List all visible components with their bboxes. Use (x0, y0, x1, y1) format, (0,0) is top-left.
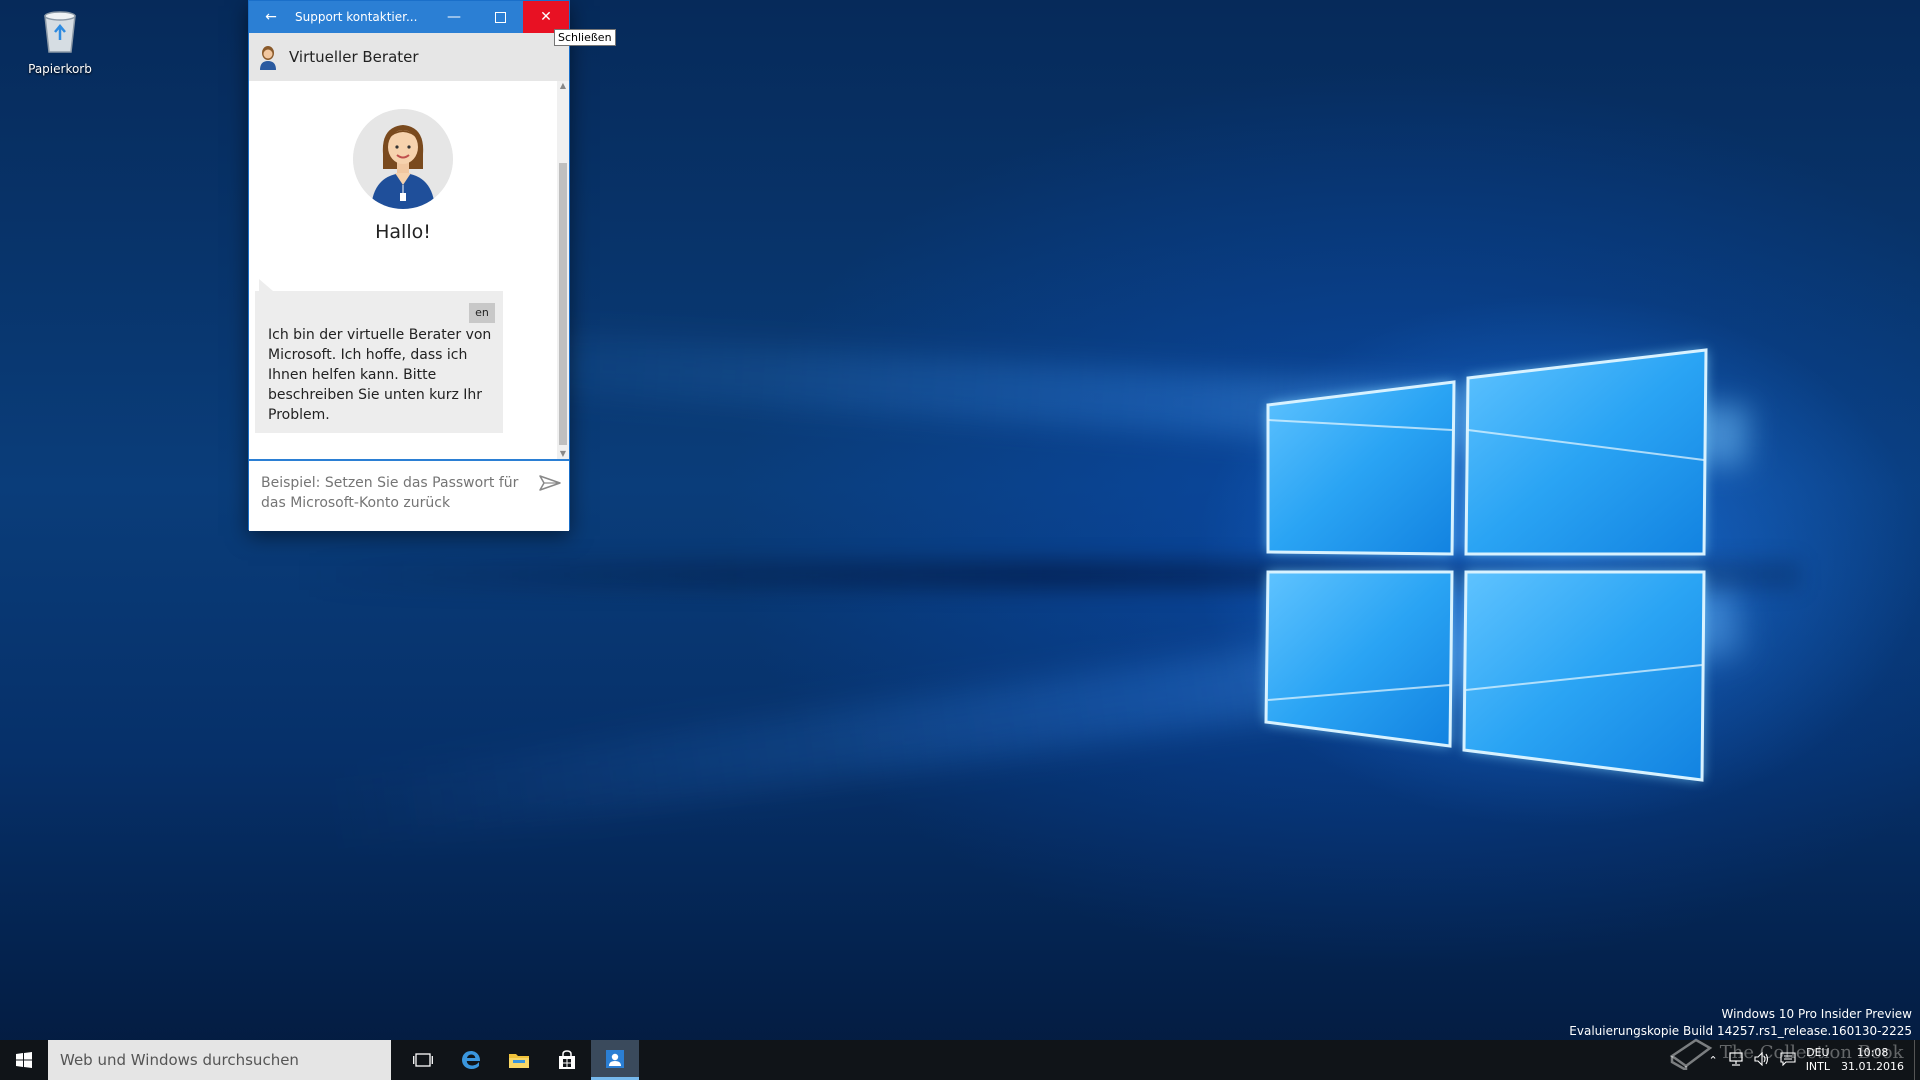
agent-avatar-large (353, 109, 453, 209)
scroll-up-icon[interactable]: ▲ (557, 81, 569, 91)
search-placeholder: Web und Windows durchsuchen (60, 1051, 299, 1069)
recycle-bin-label: Papierkorb (28, 62, 92, 76)
recycle-bin-desktop-icon[interactable]: Papierkorb (18, 8, 102, 76)
back-button[interactable]: ← (249, 1, 293, 33)
scroll-down-icon[interactable]: ▼ (557, 449, 569, 459)
send-icon[interactable] (539, 475, 561, 491)
taskbar-store-button[interactable] (543, 1040, 591, 1080)
taskbar-file-explorer-button[interactable] (495, 1040, 543, 1080)
taskbar: Web und Windows durchsuchen ⌃ DEU INTL 1… (0, 1040, 1920, 1080)
minimize-icon: — (447, 9, 461, 25)
close-icon: ✕ (540, 9, 552, 25)
task-view-icon (413, 1053, 433, 1067)
watermark-line-1: Windows 10 Pro Insider Preview (1721, 1007, 1912, 1021)
message-input-area (249, 459, 569, 531)
agent-header: Virtueller Berater (249, 33, 569, 81)
wallpaper-light-ray (325, 582, 1742, 850)
chat-scrollbar[interactable]: ▲ ▼ (557, 81, 569, 459)
start-button[interactable] (0, 1040, 48, 1080)
folder-icon (509, 1054, 529, 1068)
minimize-button[interactable]: — (431, 1, 477, 33)
overlay-watermark: The Collection Book (1668, 1036, 1904, 1073)
message-bubble-tail (259, 279, 273, 291)
store-bag-icon (559, 1050, 575, 1069)
window-titlebar[interactable]: ← Support kontaktier... — ✕ (249, 1, 569, 33)
build-watermark: Windows 10 Pro Insider Preview Evaluieru… (1569, 1006, 1912, 1040)
message-input[interactable] (261, 473, 536, 513)
maximize-icon (494, 11, 506, 23)
agent-message-bubble: en Ich bin der virtuelle Berater von Mic… (255, 291, 503, 433)
windows-start-icon (16, 1052, 32, 1068)
taskbar-search-box[interactable]: Web und Windows durchsuchen (48, 1040, 391, 1080)
task-view-button[interactable] (399, 1040, 447, 1080)
chat-area[interactable]: Hallo! en Ich bin der virtuelle Berater … (249, 81, 557, 459)
book-icon (1669, 1038, 1713, 1073)
overlay-watermark-text: The Collection Book (1719, 1042, 1904, 1063)
recycle-bin-icon (44, 11, 76, 53)
back-arrow-icon: ← (265, 9, 277, 25)
close-tooltip: Schließen (554, 29, 616, 46)
agent-avatar-small-icon (260, 46, 276, 70)
taskbar-support-app-button[interactable] (591, 1040, 639, 1080)
scroll-thumb[interactable] (559, 163, 567, 445)
agent-name: Virtueller Berater (289, 48, 419, 66)
agent-message-text: Ich bin der virtuelle Berater von Micros… (268, 327, 492, 423)
greeting-heading: Hallo! (375, 221, 431, 243)
language-badge[interactable]: en (469, 303, 495, 323)
window-title: Support kontaktier... (295, 10, 418, 24)
support-app-window: ← Support kontaktier... — ✕ Virtueller B… (248, 0, 570, 531)
show-desktop-button[interactable] (1914, 1040, 1920, 1080)
edge-browser-icon (462, 1051, 481, 1069)
contact-support-icon (606, 1049, 624, 1068)
wallpaper-shadow-band (300, 560, 1800, 590)
taskbar-edge-button[interactable] (447, 1040, 495, 1080)
maximize-button[interactable] (477, 1, 523, 33)
